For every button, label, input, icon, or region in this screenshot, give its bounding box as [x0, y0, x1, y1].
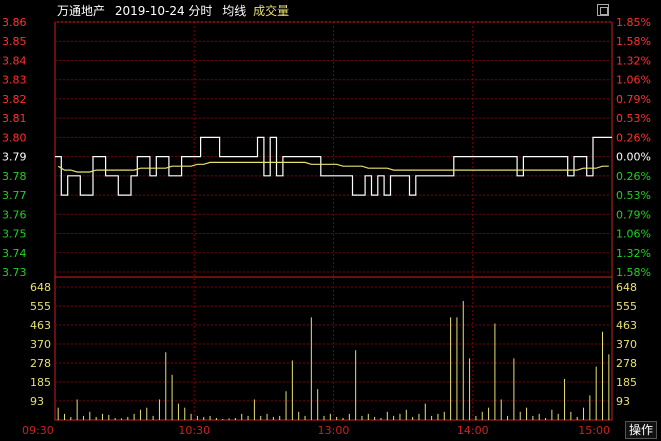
pct-tick-label: 1.85% — [616, 16, 651, 29]
pct-tick-label: 1.06% — [616, 74, 651, 87]
pct-tick-label: 1.58% — [616, 266, 651, 279]
time-tick-label: 14:00 — [457, 424, 489, 437]
pct-tick-label: 0.79% — [616, 93, 651, 106]
volume-tick-label: 370 — [30, 338, 51, 351]
volume-tick-label: 278 — [616, 357, 637, 370]
pct-tick-label: 0.00% — [616, 151, 651, 164]
price-tick-label: 3.77 — [2, 189, 27, 202]
pct-tick-label: 0.53% — [616, 112, 651, 125]
volume-tick-label: 93 — [30, 395, 44, 408]
time-tick-label: 13:00 — [318, 424, 350, 437]
time-tick-label: 15:00 — [578, 424, 610, 437]
volume-tick-label: 648 — [30, 281, 51, 294]
volume-tick-label: 370 — [616, 338, 637, 351]
price-tick-label: 3.82 — [2, 93, 27, 106]
pct-tick-label: 1.58% — [616, 35, 651, 48]
pct-tick-label: 0.79% — [616, 208, 651, 221]
time-tick-label: 09:30 — [22, 424, 54, 437]
price-tick-label: 3.86 — [2, 16, 27, 29]
date-mode: 2019-10-24 分时 — [114, 4, 213, 18]
price-tick-label: 3.83 — [2, 74, 27, 87]
price-tick-label: 3.75 — [2, 228, 27, 241]
price-tick-label: 3.84 — [2, 54, 27, 67]
window-restore-icon[interactable] — [597, 4, 609, 16]
price-tick-label: 3.81 — [2, 112, 27, 125]
price-tick-label: 3.74 — [2, 247, 27, 260]
volume-tick-label: 555 — [30, 300, 51, 313]
price-tick-label: 3.78 — [2, 170, 27, 183]
pct-tick-label: 0.26% — [616, 131, 651, 144]
avg-legend: 均线 — [222, 4, 247, 18]
pct-tick-label: 0.26% — [616, 170, 651, 183]
time-tick-label: 10:30 — [178, 424, 210, 437]
volume-tick-label: 555 — [616, 300, 637, 313]
pct-tick-label: 0.53% — [616, 189, 651, 202]
volume-tick-label: 648 — [616, 281, 637, 294]
volume-tick-label: 463 — [30, 319, 51, 332]
volume-tick-label: 185 — [30, 376, 51, 389]
volume-legend: 成交量 — [253, 4, 290, 18]
pct-tick-label: 1.32% — [616, 54, 651, 67]
price-tick-label: 3.85 — [2, 35, 27, 48]
operation-button[interactable]: 操作 — [625, 421, 657, 439]
volume-tick-label: 185 — [616, 376, 637, 389]
pct-tick-label: 1.32% — [616, 247, 651, 260]
chart: 3.86 1.85% 3.85 1.58% 3.84 1.32% 3.83 1.06% 3.82… — [2, 16, 651, 437]
chart-header: 万通地产 2019-10-24 分时 均线 成交量 — [57, 2, 295, 20]
price-tick-label: 3.76 — [2, 208, 27, 221]
pct-tick-label: 1.06% — [616, 228, 651, 241]
price-tick-label: 3.73 — [2, 266, 27, 279]
volume-tick-label: 463 — [616, 319, 637, 332]
volume-tick-label: 93 — [616, 395, 630, 408]
price-tick-label: 3.79 — [2, 151, 27, 164]
price-tick-label: 3.80 — [2, 131, 27, 144]
stock-name: 万通地产 — [57, 4, 106, 18]
plot-frame — [54, 21, 613, 421]
volume-tick-label: 278 — [30, 357, 51, 370]
